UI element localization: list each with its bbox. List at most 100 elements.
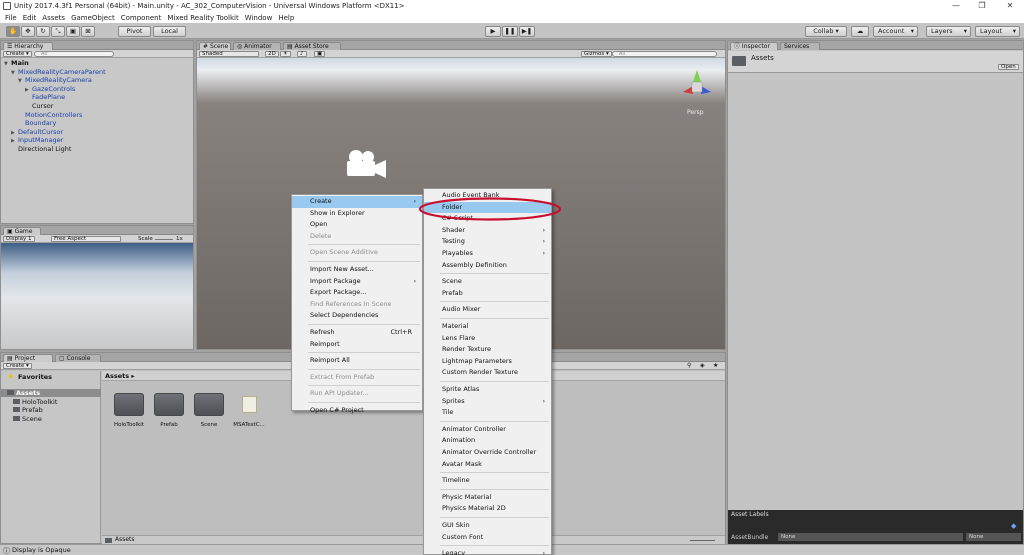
tab-console[interactable]: ▢ Console [55, 354, 101, 362]
menu-component[interactable]: Component [121, 14, 162, 22]
hierarchy-item[interactable]: Boundary [18, 119, 56, 127]
menu-item-refresh[interactable]: Refresh Ctrl+R [292, 327, 422, 339]
2d-toggle[interactable]: 2D [265, 51, 279, 57]
scale-tool-button[interactable]: ⤡ [51, 26, 65, 37]
menu-item-material[interactable]: Material [424, 321, 551, 333]
menu-help[interactable]: Help [278, 14, 294, 22]
menu-file[interactable]: File [5, 14, 17, 22]
menu-item-gui-skin[interactable]: GUI Skin [424, 520, 551, 532]
project-tree-item[interactable]: Prefab [1, 406, 101, 414]
expand-arrow-icon[interactable]: ▼ [11, 69, 18, 77]
menu-mixed-reality-toolkit[interactable]: Mixed Reality Toolkit [167, 14, 238, 22]
hierarchy-item[interactable]: Cursor [25, 102, 53, 110]
menu-item-export-package[interactable]: Export Package... [292, 287, 422, 299]
asset-folder-scene[interactable] [194, 393, 224, 416]
menu-item-lightmap-parameters[interactable]: Lightmap Parameters [424, 356, 551, 368]
layers-button[interactable]: Layers ▾ [926, 26, 971, 37]
menu-item-reimport-all[interactable]: Reimport All [292, 355, 422, 367]
asset-file-icon[interactable] [242, 396, 257, 413]
hierarchy-item[interactable]: FadePlane [25, 93, 65, 101]
menu-edit[interactable]: Edit [23, 14, 37, 22]
open-button[interactable]: Open [998, 64, 1019, 70]
play-button[interactable]: ▶ [485, 26, 501, 37]
menu-item-physics-material-2d[interactable]: Physics Material 2D [424, 503, 551, 515]
asset-bundle-select[interactable]: None [778, 533, 963, 541]
menu-item-lens-flare[interactable]: Lens Flare [424, 333, 551, 345]
menu-item-show-in-explorer[interactable]: Show in Explorer [292, 208, 422, 220]
filter-icon[interactable]: ⚲ [687, 362, 691, 369]
menu-gameobject[interactable]: GameObject [71, 14, 115, 22]
project-tree-item[interactable]: Assets [1, 389, 101, 397]
menu-assets[interactable]: Assets [42, 14, 65, 22]
menu-item-custom-render-texture[interactable]: Custom Render Texture [424, 367, 551, 379]
menu-item-shader[interactable]: Shader › [424, 225, 551, 237]
menu-item-create[interactable]: Create › [292, 196, 422, 208]
scene-search-input[interactable]: All [612, 51, 717, 57]
menu-item-timeline[interactable]: Timeline [424, 475, 551, 487]
expand-arrow-icon[interactable]: ▼ [18, 77, 25, 85]
project-tree-item[interactable]: Scene [1, 415, 101, 423]
menu-item-sprites[interactable]: Sprites › [424, 396, 551, 408]
asset-folder-prefab[interactable] [154, 393, 184, 416]
tab-animator[interactable]: ◎ Animator [233, 42, 281, 50]
gizmos-select[interactable]: Gizmos ▾ [581, 51, 612, 57]
menu-item-sprite-atlas[interactable]: Sprite Atlas [424, 384, 551, 396]
collab-button[interactable]: Collab ▾ [805, 26, 847, 37]
hierarchy-create-button[interactable]: Create ▾ [3, 51, 32, 57]
menu-item-select-dependencies[interactable]: Select Dependencies [292, 310, 422, 322]
scale-slider[interactable] [155, 239, 173, 240]
tag-icon[interactable]: ◆ [1011, 522, 1016, 530]
orientation-gizmo-icon[interactable] [677, 66, 717, 106]
account-button[interactable]: Account ▾ [873, 26, 918, 37]
menu-item-render-texture[interactable]: Render Texture [424, 344, 551, 356]
menu-item-legacy[interactable]: Legacy › [424, 548, 551, 555]
menu-item-tile[interactable]: Tile [424, 407, 551, 419]
project-create-button[interactable]: Create ▾ [3, 363, 32, 369]
project-tree-item[interactable]: HoloToolkit [1, 398, 101, 406]
tab-inspector[interactable]: ⓘ Inspector [730, 42, 778, 50]
tab-scene[interactable]: # Scene [199, 42, 231, 50]
expand-arrow-icon[interactable]: ▼ [4, 60, 11, 68]
hierarchy-item[interactable]: Directional Light [11, 145, 71, 153]
star-icon[interactable]: ★ [713, 362, 718, 369]
pause-button[interactable]: ❚❚ [502, 26, 518, 37]
lighting-toggle-icon[interactable]: ☀ [280, 51, 291, 57]
menu-item-import-new-asset[interactable]: Import New Asset... [292, 264, 422, 276]
maximize-button[interactable]: ❐ [970, 0, 994, 12]
minimize-button[interactable]: — [944, 0, 968, 12]
pivot-toggle[interactable]: Pivot [118, 26, 151, 37]
aspect-select[interactable]: Free Aspect [51, 236, 121, 242]
menu-item-playables[interactable]: Playables › [424, 248, 551, 260]
effects-toggle-icon[interactable]: ▣ [314, 51, 326, 57]
transform-tool-button[interactable]: ⊠ [81, 26, 95, 37]
layout-button[interactable]: Layout ▾ [975, 26, 1020, 37]
tab-game[interactable]: ▣ Game [3, 227, 41, 235]
display-select[interactable]: Display 1 [3, 236, 35, 242]
shading-mode-select[interactable]: Shaded [199, 51, 259, 57]
menu-item-custom-font[interactable]: Custom Font [424, 532, 551, 544]
menu-item-prefab[interactable]: Prefab [424, 288, 551, 300]
projection-label[interactable]: Persp [687, 109, 704, 116]
menu-item-open-c-project[interactable]: Open C# Project [292, 405, 422, 417]
menu-item-avatar-mask[interactable]: Avatar Mask [424, 459, 551, 471]
local-toggle[interactable]: Local [153, 26, 186, 37]
asset-folder-holotoolkit[interactable] [114, 393, 144, 416]
close-button[interactable]: ✕ [998, 0, 1022, 12]
rotate-tool-button[interactable]: ↻ [36, 26, 50, 37]
menu-window[interactable]: Window [245, 14, 273, 22]
audio-toggle-icon[interactable]: ♪ [297, 51, 307, 57]
menu-item-animator-override-controller[interactable]: Animator Override Controller [424, 447, 551, 459]
menu-item-assembly-definition[interactable]: Assembly Definition [424, 260, 551, 272]
menu-item-open[interactable]: Open [292, 219, 422, 231]
camera-gizmo-icon[interactable] [342, 148, 388, 180]
favorites-label[interactable]: Favorites [18, 373, 52, 381]
rect-tool-button[interactable]: ▣ [66, 26, 80, 37]
hand-tool-button[interactable]: ✋ [6, 26, 20, 37]
menu-item-physic-material[interactable]: Physic Material [424, 492, 551, 504]
menu-item-audio-mixer[interactable]: Audio Mixer [424, 304, 551, 316]
menu-item-animation[interactable]: Animation [424, 435, 551, 447]
menu-item-reimport[interactable]: Reimport [292, 339, 422, 351]
hierarchy-item[interactable]: MotionControllers [18, 111, 82, 119]
cloud-icon[interactable]: ☁ [851, 26, 869, 37]
tab-hierarchy[interactable]: ☰ Hierarchy [3, 42, 53, 50]
